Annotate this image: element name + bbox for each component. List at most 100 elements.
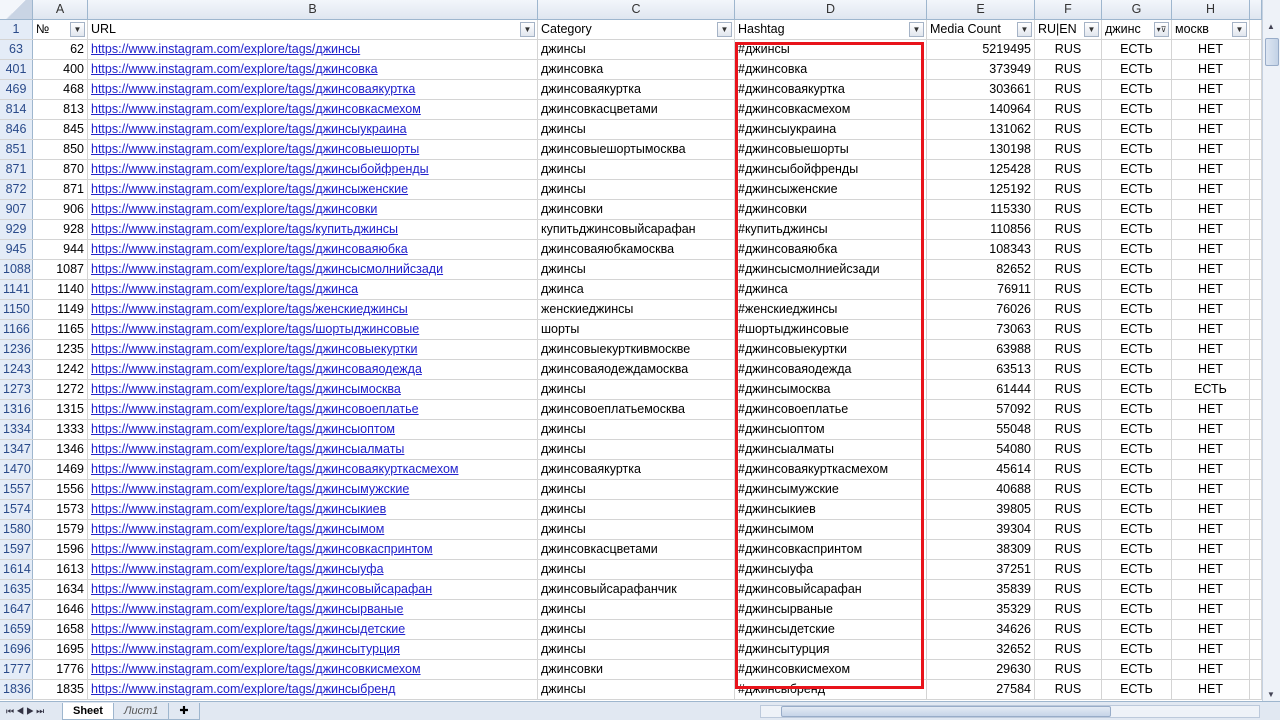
filter-dropdown-icon[interactable]: ▼ (1232, 22, 1247, 37)
cell-hashtag[interactable]: #джинсытурция (735, 640, 927, 659)
row-number[interactable]: 907 (0, 200, 33, 219)
cell-language[interactable]: RUS (1035, 180, 1102, 199)
cell-moscow-flag[interactable]: НЕТ (1172, 160, 1250, 179)
row-number[interactable]: 1635 (0, 580, 33, 599)
cell-hashtag[interactable]: #джинсовыекуртки (735, 340, 927, 359)
cell-hashtag[interactable]: #джинсовоеплатье (735, 400, 927, 419)
cell-number[interactable]: 1695 (33, 640, 88, 659)
cell-url[interactable]: https://www.instagram.com/explore/tags/д… (88, 680, 538, 699)
cell-category[interactable]: джинсы (538, 620, 735, 639)
cell-hashtag[interactable]: #купитьджинсы (735, 220, 927, 239)
scroll-down-icon[interactable]: ▼ (1267, 690, 1275, 699)
empty-cell[interactable] (1250, 600, 1262, 619)
row-number[interactable]: 1470 (0, 460, 33, 479)
empty-cell[interactable] (1250, 480, 1262, 499)
url-link[interactable]: https://www.instagram.com/explore/tags/д… (91, 242, 408, 256)
cell-hashtag[interactable]: #джинсыукраина (735, 120, 927, 139)
url-link[interactable]: https://www.instagram.com/explore/tags/д… (91, 602, 403, 616)
cell-hashtag[interactable]: #джинсовка (735, 60, 927, 79)
cell-url[interactable]: https://www.instagram.com/explore/tags/д… (88, 400, 538, 419)
cell-hashtag[interactable]: #джинсовыешорты (735, 140, 927, 159)
cell-moscow-flag[interactable]: НЕТ (1172, 80, 1250, 99)
filter-dropdown-icon[interactable]: ▼ (909, 22, 924, 37)
cell-number[interactable]: 1469 (33, 460, 88, 479)
column-header-F[interactable]: F (1035, 0, 1102, 19)
cell-number[interactable]: 1087 (33, 260, 88, 279)
cell-media-count[interactable]: 125428 (927, 160, 1035, 179)
cell-moscow-flag[interactable]: НЕТ (1172, 520, 1250, 539)
url-link[interactable]: https://www.instagram.com/explore/tags/д… (91, 122, 407, 136)
cell-jeans-flag[interactable]: ЕСТЬ (1102, 380, 1172, 399)
cell-category[interactable]: джинсы (538, 120, 735, 139)
cell-jeans-flag[interactable]: ЕСТЬ (1102, 540, 1172, 559)
empty-cell[interactable] (1250, 620, 1262, 639)
url-link[interactable]: https://www.instagram.com/explore/tags/д… (91, 502, 386, 516)
cell-number[interactable]: 1835 (33, 680, 88, 699)
cell-media-count[interactable]: 54080 (927, 440, 1035, 459)
empty-cell[interactable] (1250, 320, 1262, 339)
cell-jeans-flag[interactable]: ЕСТЬ (1102, 520, 1172, 539)
cell-language[interactable]: RUS (1035, 600, 1102, 619)
cell-jeans-flag[interactable]: ЕСТЬ (1102, 360, 1172, 379)
cell-hashtag[interactable]: #джинсымужские (735, 480, 927, 499)
cell-number[interactable]: 1149 (33, 300, 88, 319)
row-number[interactable]: 1236 (0, 340, 33, 359)
cell-hashtag[interactable]: #джинсыбойфренды (735, 160, 927, 179)
row-number[interactable]: 929 (0, 220, 33, 239)
cell-language[interactable]: RUS (1035, 500, 1102, 519)
url-link[interactable]: https://www.instagram.com/explore/tags/д… (91, 542, 433, 556)
cell-hashtag[interactable]: #джинсыалматы (735, 440, 927, 459)
cell-language[interactable]: RUS (1035, 660, 1102, 679)
cell-hashtag[interactable]: #джинсоваякурткасмехом (735, 460, 927, 479)
cell-language[interactable]: RUS (1035, 200, 1102, 219)
cell-moscow-flag[interactable]: НЕТ (1172, 240, 1250, 259)
cell-url[interactable]: https://www.instagram.com/explore/tags/д… (88, 200, 538, 219)
cell-moscow-flag[interactable]: НЕТ (1172, 420, 1250, 439)
url-link[interactable]: https://www.instagram.com/explore/tags/д… (91, 202, 377, 216)
empty-cell[interactable] (1250, 340, 1262, 359)
cell-number[interactable]: 928 (33, 220, 88, 239)
empty-cell[interactable] (1250, 180, 1262, 199)
insert-sheet-icon[interactable]: ✚ (168, 702, 200, 720)
cell-jeans-flag[interactable]: ЕСТЬ (1102, 500, 1172, 519)
cell-media-count[interactable]: 5219495 (927, 40, 1035, 59)
cell-media-count[interactable]: 35839 (927, 580, 1035, 599)
cell-jeans-flag[interactable]: ЕСТЬ (1102, 280, 1172, 299)
empty-cell[interactable] (1250, 300, 1262, 319)
cell-moscow-flag[interactable]: НЕТ (1172, 200, 1250, 219)
cell-hashtag[interactable]: #джинсыдетские (735, 620, 927, 639)
cell-url[interactable]: https://www.instagram.com/explore/tags/д… (88, 360, 538, 379)
cell-url[interactable]: https://www.instagram.com/explore/tags/д… (88, 560, 538, 579)
cell-url[interactable]: https://www.instagram.com/explore/tags/ж… (88, 300, 538, 319)
url-link[interactable]: https://www.instagram.com/explore/tags/д… (91, 282, 358, 296)
cell-media-count[interactable]: 303661 (927, 80, 1035, 99)
column-header-G[interactable]: G (1102, 0, 1172, 19)
cell-moscow-flag[interactable]: НЕТ (1172, 180, 1250, 199)
cell-number[interactable]: 1556 (33, 480, 88, 499)
cell-url[interactable]: https://www.instagram.com/explore/tags/д… (88, 340, 538, 359)
cell-language[interactable]: RUS (1035, 380, 1102, 399)
cell-jeans-flag[interactable]: ЕСТЬ (1102, 460, 1172, 479)
cell-language[interactable]: RUS (1035, 160, 1102, 179)
cell-language[interactable]: RUS (1035, 440, 1102, 459)
url-link[interactable]: https://www.instagram.com/explore/tags/д… (91, 402, 419, 416)
cell-moscow-flag[interactable]: НЕТ (1172, 400, 1250, 419)
cell-category[interactable]: купитьджинсовыйсарафан (538, 220, 735, 239)
row-number[interactable]: 1273 (0, 380, 33, 399)
cell-jeans-flag[interactable]: ЕСТЬ (1102, 320, 1172, 339)
cell-number[interactable]: 400 (33, 60, 88, 79)
cell-moscow-flag[interactable]: НЕТ (1172, 60, 1250, 79)
empty-cell[interactable] (1250, 420, 1262, 439)
url-link[interactable]: https://www.instagram.com/explore/tags/д… (91, 422, 395, 436)
cell-jeans-flag[interactable]: ЕСТЬ (1102, 60, 1172, 79)
cell-url[interactable]: https://www.instagram.com/explore/tags/д… (88, 440, 538, 459)
cell-category[interactable]: джинсовки (538, 200, 735, 219)
filter-active-icon[interactable]: ▾⊽ (1154, 22, 1169, 37)
cell-moscow-flag[interactable]: НЕТ (1172, 440, 1250, 459)
row-number[interactable]: 1150 (0, 300, 33, 319)
cell-category[interactable]: джинсы (538, 600, 735, 619)
row-number[interactable]: 945 (0, 240, 33, 259)
empty-cell[interactable] (1250, 120, 1262, 139)
cell-language[interactable]: RUS (1035, 260, 1102, 279)
url-link[interactable]: https://www.instagram.com/explore/tags/д… (91, 102, 421, 116)
